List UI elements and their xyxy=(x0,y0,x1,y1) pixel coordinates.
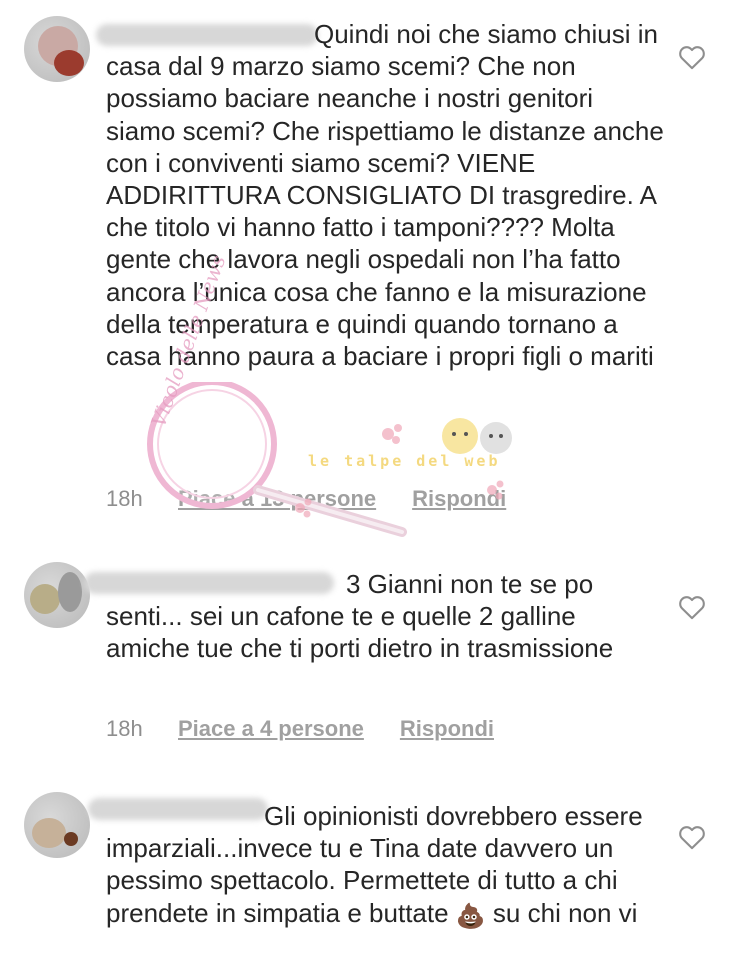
reply-button[interactable]: Rispondi xyxy=(412,486,506,512)
heart-icon[interactable] xyxy=(678,594,706,620)
comment-2: 3 Gianni non te se po senti... sei un ca… xyxy=(0,556,750,756)
comment-1: Quindi noi che siamo chiusi in casa dal … xyxy=(0,0,750,540)
avatar[interactable] xyxy=(24,562,90,628)
comment-time: 18h xyxy=(106,716,143,741)
comment-text: Quindi noi che siamo chiusi in casa dal … xyxy=(106,19,664,372)
avatar[interactable] xyxy=(24,792,90,858)
comment-meta: 18h Piace a 13 persone Rispondi xyxy=(106,484,506,514)
comment-3: Gli opinionisti dovrebbero essere imparz… xyxy=(0,786,750,967)
likes-link[interactable]: Piace a 13 persone xyxy=(178,486,376,512)
comment-time: 18h xyxy=(106,486,143,511)
likes-link[interactable]: Piace a 4 persone xyxy=(178,716,364,742)
heart-icon[interactable] xyxy=(678,824,706,850)
avatar[interactable] xyxy=(24,16,90,82)
heart-icon[interactable] xyxy=(678,44,706,70)
comment-text: Gli opinionisti dovrebbero essere imparz… xyxy=(106,801,643,930)
reply-button[interactable]: Rispondi xyxy=(400,716,494,742)
comment-text: 3 Gianni non te se po senti... sei un ca… xyxy=(106,569,614,664)
comment-meta: 18h Piace a 4 persone Rispondi xyxy=(106,714,494,744)
pile-of-poo-emoji: 💩 xyxy=(455,902,486,930)
